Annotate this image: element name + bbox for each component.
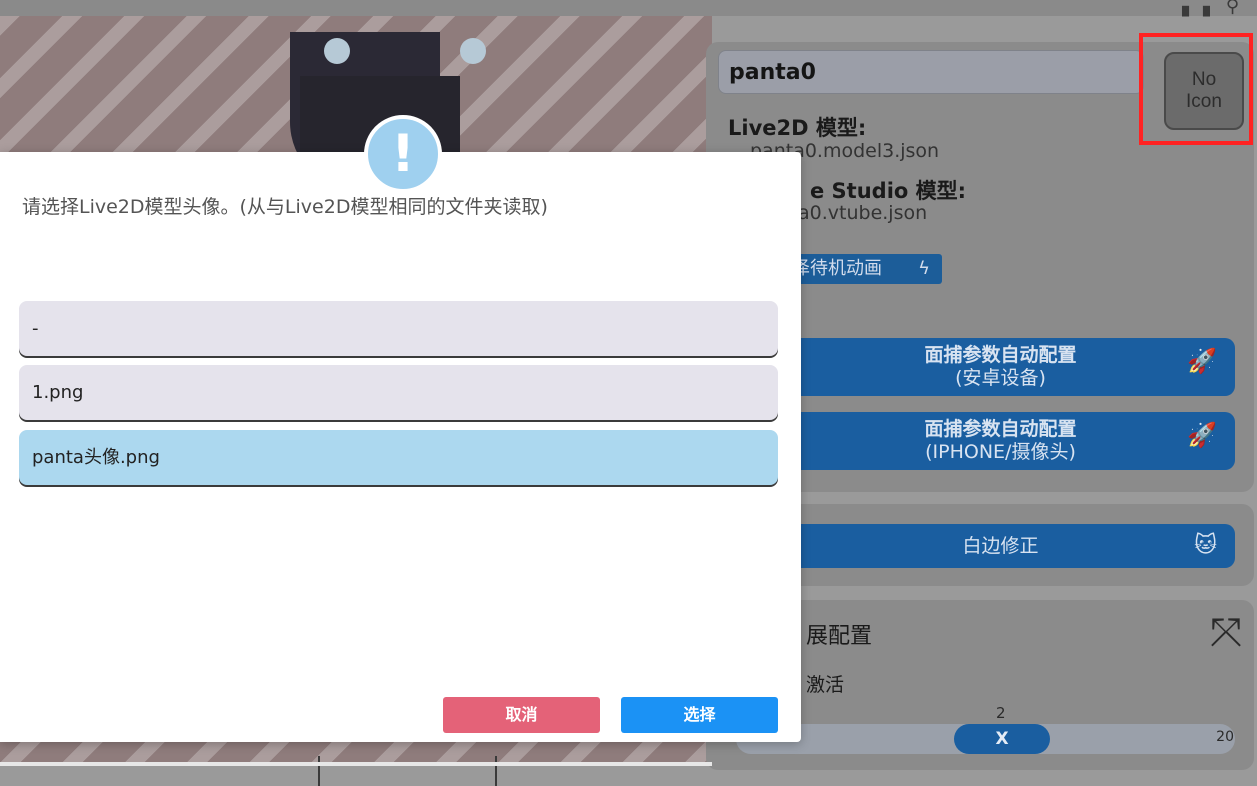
face-auto-android-subtitle: (安卓设备) <box>955 367 1046 389</box>
avatar-hair-tie-left <box>324 38 350 64</box>
extension-config-title: 展配置 <box>806 624 873 649</box>
activate-label: 激活 <box>806 674 845 696</box>
live2d-model-label: Live2D 模型: <box>728 116 867 140</box>
select-avatar-dialog: 请选择Live2D模型头像。(从与Live2D模型相同的文件夹读取) - 1.p… <box>0 152 801 742</box>
avatar-option[interactable]: - <box>19 301 778 356</box>
face-auto-config-iphone-button[interactable]: 面捕参数自动配置 (IPHONE/摄像头) 🚀 <box>766 412 1235 470</box>
select-button[interactable]: 选择 <box>621 697 778 733</box>
white-edge-correction-button[interactable]: 白边修正 🐱 <box>766 524 1235 568</box>
dialog-message: 请选择Live2D模型头像。(从与Live2D模型相同的文件夹读取) <box>22 196 548 218</box>
avatar-option-selected[interactable]: panta头像.png <box>19 430 778 485</box>
avatar-hair-tie-right <box>460 38 486 64</box>
cancel-button[interactable]: 取消 <box>443 697 600 733</box>
idle-animation-label: 泽待机动画 <box>792 258 882 279</box>
slider-knob[interactable]: X <box>954 724 1050 754</box>
toolbar-icons: ▖▗ ⚲ <box>1182 0 1239 17</box>
model-name-field[interactable]: panta0 <box>718 50 1144 94</box>
cat-icon: 🐱 <box>1194 533 1217 558</box>
face-auto-iphone-title: 面捕参数自动配置 <box>924 418 1077 440</box>
bottom-edge <box>0 762 712 766</box>
slider-value: 2 <box>996 704 1006 722</box>
avatar-legs <box>318 756 497 786</box>
vts-model-file: a0.vtube.json <box>798 202 928 224</box>
face-auto-android-title: 面捕参数自动配置 <box>924 344 1077 366</box>
icon-highlight-box <box>1139 33 1253 145</box>
face-auto-iphone-subtitle: (IPHONE/摄像头) <box>925 441 1076 463</box>
bolt-icon: ϟ <box>918 258 930 279</box>
vts-model-label: e Studio 模型: <box>810 179 967 203</box>
rocket-icon: 🚀 <box>1187 421 1217 449</box>
axes-person-icon: ⤧ <box>1210 610 1242 656</box>
alert-icon: ! <box>364 115 442 193</box>
rocket-icon: 🚀 <box>1187 347 1217 375</box>
toolbar-grid-icon[interactable]: ▖▗ <box>1182 0 1210 17</box>
slider-max-label: 20 <box>1216 729 1234 745</box>
top-toolbar: ▖▗ ⚲ <box>0 0 1257 17</box>
face-auto-config-android-button[interactable]: 面捕参数自动配置 (安卓设备) 🚀 <box>766 338 1235 396</box>
toolbar-search-icon[interactable]: ⚲ <box>1226 0 1239 17</box>
white-edge-label: 白边修正 <box>962 535 1039 557</box>
avatar-option[interactable]: 1.png <box>19 365 778 420</box>
